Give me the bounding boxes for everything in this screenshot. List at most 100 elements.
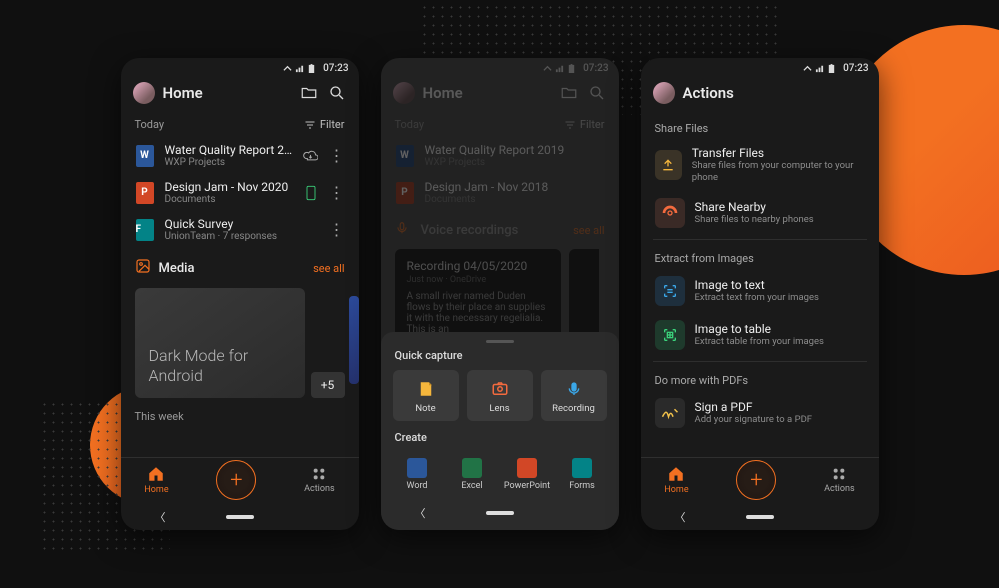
home-icon [667,465,685,483]
forms-app-icon [572,458,592,478]
action-sign-pdf[interactable]: Sign a PDF Add your signature to a PDF [641,391,879,435]
action-title: Sign a PDF [695,400,813,414]
back-button[interactable]: 〈 [675,509,686,525]
quick-capture-recording[interactable]: Recording [541,370,607,421]
user-avatar[interactable] [653,82,675,104]
file-title: Design Jam - Nov 2018 [425,180,605,194]
page-title: Home [423,84,551,102]
back-button[interactable]: 〈 [415,505,426,521]
file-subtitle: Documents [165,194,293,205]
file-item[interactable]: Water Quality Report 2019 WXP Projects [381,137,619,174]
sheet-handle[interactable] [486,340,514,343]
action-image-to-table[interactable]: Image to table Extract table from your i… [641,313,879,357]
action-share-nearby[interactable]: Share Nearby Share files to nearby phone… [641,191,879,235]
folder-icon[interactable] [299,83,319,103]
fab-create[interactable]: + [736,460,776,500]
file-subtitle: UnionTeam · 7 responses [165,231,294,242]
action-sub: Share files to nearby phones [695,214,814,226]
powerpoint-file-icon [135,181,155,205]
home-pill[interactable] [746,515,774,519]
file-item[interactable]: Water Quality Report 2021 WXP Projects ⋮ [121,137,359,174]
signal-icon [815,64,824,73]
action-image-to-text[interactable]: Image to text Extract text from your ima… [641,269,879,313]
action-sub: Add your signature to a PDF [695,414,813,426]
media-card[interactable]: Dark Mode for Android +5 [135,288,305,398]
filter-button[interactable]: Filter [304,118,345,131]
quick-capture-lens[interactable]: Lens [467,370,533,421]
create-word[interactable]: Word [393,452,442,497]
top-bar: Home [121,76,359,114]
phone-actions: 07:23 Actions Share Files Transfer Files… [641,58,879,530]
action-sub: Extract table from your images [695,336,824,348]
user-avatar[interactable] [133,82,155,104]
bottom-nav: Home + Actions [121,457,359,504]
file-subtitle: WXP Projects [425,157,605,168]
media-icon [135,258,151,278]
nav-actions[interactable]: Actions [824,466,854,494]
recording-sub: Just now · OneDrive [407,275,549,285]
section-extract: Extract from Images [641,244,879,269]
file-subtitle: Documents [425,194,605,205]
nav-actions[interactable]: Actions [304,466,334,494]
see-all-link[interactable]: see all [573,224,604,237]
filter-button[interactable]: Filter [564,118,605,131]
file-item[interactable]: Quick Survey UnionTeam · 7 responses ⋮ [121,211,359,248]
media-card-text: Dark Mode for Android [149,346,291,386]
recording-card-peek[interactable] [569,249,599,345]
signal-icon [555,64,564,73]
more-icon[interactable]: ⋮ [329,222,345,238]
more-icon[interactable]: ⋮ [329,185,345,201]
back-button[interactable]: 〈 [155,509,166,525]
section-today: Today Filter [121,114,359,135]
voice-header[interactable]: Voice recordings see all [381,213,619,241]
word-file-icon [395,144,415,168]
file-title: Water Quality Report 2019 [425,143,605,157]
status-bar: 07:23 [121,58,359,76]
nearby-icon [655,198,685,228]
forms-file-icon [135,218,155,242]
action-transfer-files[interactable]: Transfer Files Share files from your com… [641,139,879,191]
user-avatar[interactable] [393,82,415,104]
action-sub: Share files from your computer to your p… [692,160,865,184]
on-device-icon[interactable] [303,185,319,201]
home-pill[interactable] [486,511,514,515]
powerpoint-file-icon [395,181,415,205]
status-time: 07:23 [843,63,868,74]
home-pill[interactable] [226,515,254,519]
file-item[interactable]: Design Jam - Nov 2018 Documents [381,174,619,211]
search-icon[interactable] [587,83,607,103]
file-item[interactable]: Design Jam - Nov 2020 Documents ⋮ [121,174,359,211]
recording-card[interactable]: Recording 04/05/2020 Just now · OneDrive… [395,249,561,345]
nav-home[interactable]: Home [144,465,168,495]
image-to-table-icon [655,320,685,350]
section-pdf: Do more with PDFs [641,366,879,391]
see-all-link[interactable]: see all [313,262,344,275]
file-title: Quick Survey [165,217,294,231]
action-title: Transfer Files [692,146,865,160]
top-bar: Home [381,76,619,114]
file-title: Design Jam - Nov 2020 [165,180,293,194]
cloud-download-icon[interactable] [303,148,319,164]
battery-icon [567,64,576,73]
powerpoint-app-icon [517,458,537,478]
media-header[interactable]: Media see all [121,250,359,282]
word-app-icon [407,458,427,478]
media-next-card-peek[interactable] [349,296,359,384]
grid-icon [831,466,847,482]
nav-home[interactable]: Home [664,465,688,495]
more-icon[interactable]: ⋮ [329,148,345,164]
quick-capture-note[interactable]: Note [393,370,459,421]
mic-icon [395,221,409,239]
create-forms[interactable]: Forms [558,452,607,497]
fab-create[interactable]: + [216,460,256,500]
sign-icon [655,398,685,428]
create-powerpoint[interactable]: PowerPoint [503,452,552,497]
android-nav: 〈 [121,504,359,530]
media-count-badge[interactable]: +5 [311,372,345,398]
folder-icon[interactable] [559,83,579,103]
page-title: Home [163,84,291,102]
create-excel[interactable]: Excel [448,452,497,497]
status-bar: 07:23 [381,58,619,76]
filter-icon [304,119,316,131]
search-icon[interactable] [327,83,347,103]
